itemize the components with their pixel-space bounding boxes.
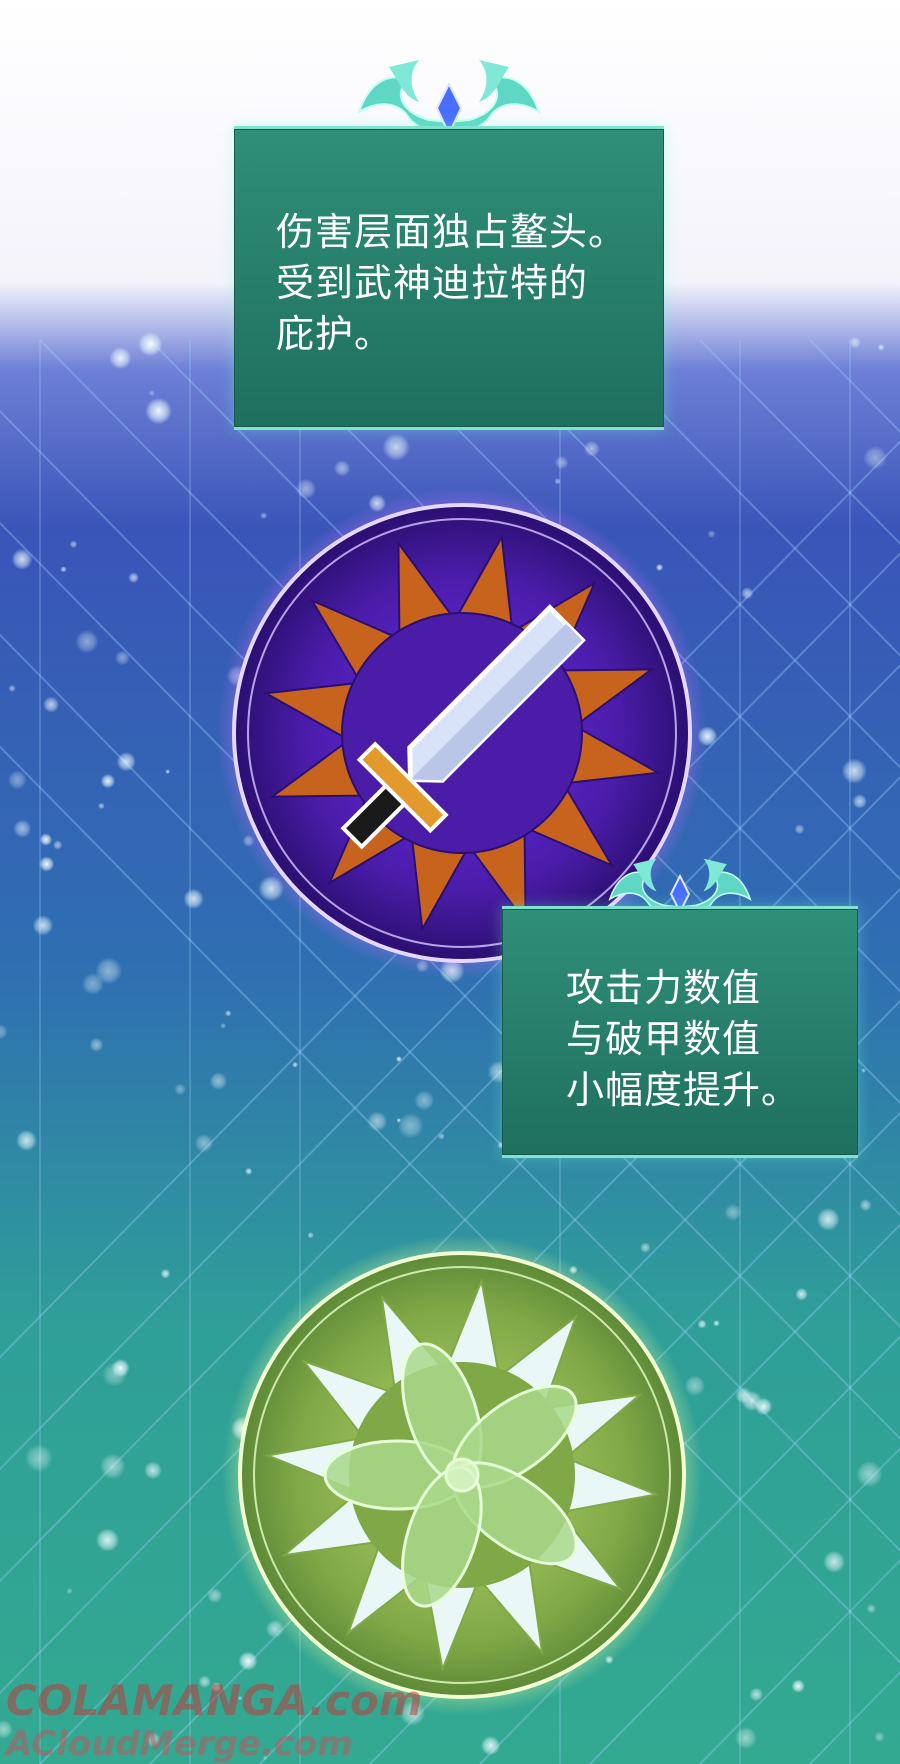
bokeh-dot: [583, 440, 600, 457]
bokeh-dot: [697, 1319, 707, 1329]
bokeh-dot: [145, 397, 172, 425]
bokeh-dot: [554, 455, 569, 470]
bokeh-dot: [7, 770, 27, 790]
bokeh-dot: [39, 833, 53, 846]
bokeh-dot: [382, 433, 410, 461]
bokeh-dot: [116, 752, 136, 772]
bokeh-dot: [859, 1199, 872, 1212]
bokeh-dot: [795, 1287, 808, 1301]
bokeh-dot: [194, 1133, 214, 1153]
bokeh-dot: [749, 1687, 764, 1702]
bokeh-dot: [207, 1587, 223, 1604]
bokeh-dot: [791, 1679, 805, 1693]
bokeh-dot: [174, 1083, 186, 1096]
bokeh-dot: [866, 1604, 876, 1614]
bokeh-dot: [655, 563, 664, 572]
bokeh-dot: [220, 1023, 226, 1029]
bokeh-dot: [874, 1731, 885, 1743]
bokeh-dot: [856, 1461, 883, 1488]
bokeh-dot: [260, 512, 268, 519]
bokeh-dot: [138, 332, 163, 357]
bokeh-dot: [39, 856, 55, 872]
bokeh-dot: [98, 802, 105, 810]
bokeh-dot: [109, 347, 132, 370]
bokeh-dot: [396, 1118, 401, 1123]
bokeh-dot: [11, 548, 33, 570]
bokeh-dot: [861, 1068, 866, 1073]
bokeh-dot: [852, 794, 867, 809]
bokeh-dot: [684, 1375, 706, 1396]
bokeh-dot: [292, 1061, 298, 1068]
bokeh-dot: [863, 445, 888, 470]
caption-panel-bottom: 攻击力数值 与破甲数值 小幅度提升。: [502, 906, 858, 1158]
bokeh-dot: [43, 696, 60, 713]
bokeh-dot: [245, 1167, 253, 1175]
caption-text-bottom: 攻击力数值 与破甲数值 小幅度提升。: [566, 966, 801, 1112]
bokeh-dot: [794, 824, 805, 835]
bokeh-dot: [115, 650, 130, 666]
bokeh-dot: [724, 1203, 742, 1221]
bokeh-dot: [111, 1358, 130, 1378]
bokeh-dot: [89, 1037, 104, 1052]
bokeh-dot: [877, 344, 885, 351]
bokeh-dot: [741, 1390, 762, 1412]
bokeh-dot: [100, 773, 116, 789]
bokeh-dot: [307, 1232, 314, 1239]
bokeh-dot: [225, 1010, 232, 1017]
bokeh-dot: [816, 1207, 840, 1231]
watermark-acloudmerge: ACloudMerge.com: [6, 1724, 353, 1764]
bokeh-dot: [66, 1588, 73, 1595]
bokeh-dot: [16, 1130, 37, 1151]
bokeh-dot: [823, 1550, 846, 1573]
sword-emblem: [217, 488, 707, 978]
bokeh-dot: [165, 769, 171, 775]
bokeh-dot: [60, 566, 67, 573]
bokeh-dot: [438, 1132, 445, 1140]
watermark-colamanga: COLAMANGA.com: [6, 1676, 423, 1725]
bokeh-dot: [32, 915, 54, 936]
bokeh-dot: [160, 1268, 171, 1279]
bokeh-dot: [8, 684, 16, 692]
bokeh-dot: [238, 1651, 258, 1671]
bokeh-dot: [367, 1111, 388, 1132]
bokeh-dot: [481, 1736, 501, 1756]
bokeh-dot: [144, 1461, 162, 1480]
bokeh-dot: [95, 1528, 120, 1552]
bokeh-dot: [734, 1726, 757, 1749]
bokeh-dot: [75, 629, 99, 654]
bokeh-dot: [99, 1453, 126, 1480]
bokeh-dot: [707, 530, 716, 538]
bokeh-dot: [148, 390, 155, 397]
bokeh-dot: [849, 336, 861, 349]
bokeh-dot: [414, 1090, 435, 1111]
bokeh-dot: [333, 460, 351, 477]
caption-text-top: 伤害层面独占鳌头。 受到武神迪拉特的 庇护。: [276, 210, 628, 356]
bokeh-dot: [741, 587, 754, 600]
bokeh-dot: [640, 1242, 651, 1253]
bokeh-dot: [183, 888, 204, 910]
caption-panel-top: 伤害层面独占鳌头。 受到武神迪拉特的 庇护。: [234, 126, 664, 430]
bokeh-dot: [554, 478, 561, 485]
bokeh-dot: [128, 572, 139, 583]
flower-center: [444, 1457, 480, 1493]
bokeh-dot: [841, 758, 867, 784]
bokeh-dot: [713, 1320, 720, 1327]
bokeh-dot: [81, 972, 104, 996]
bokeh-dot: [209, 1072, 228, 1090]
bokeh-dot: [25, 1444, 53, 1472]
bokeh-dot: [13, 819, 32, 838]
bokeh-dot: [397, 1113, 424, 1139]
bokeh-dot: [295, 478, 317, 499]
bokeh-dot: [396, 1056, 402, 1062]
bokeh-dot: [69, 540, 78, 549]
flower-emblem-icon: [222, 1235, 702, 1715]
bokeh-dot: [52, 840, 63, 850]
